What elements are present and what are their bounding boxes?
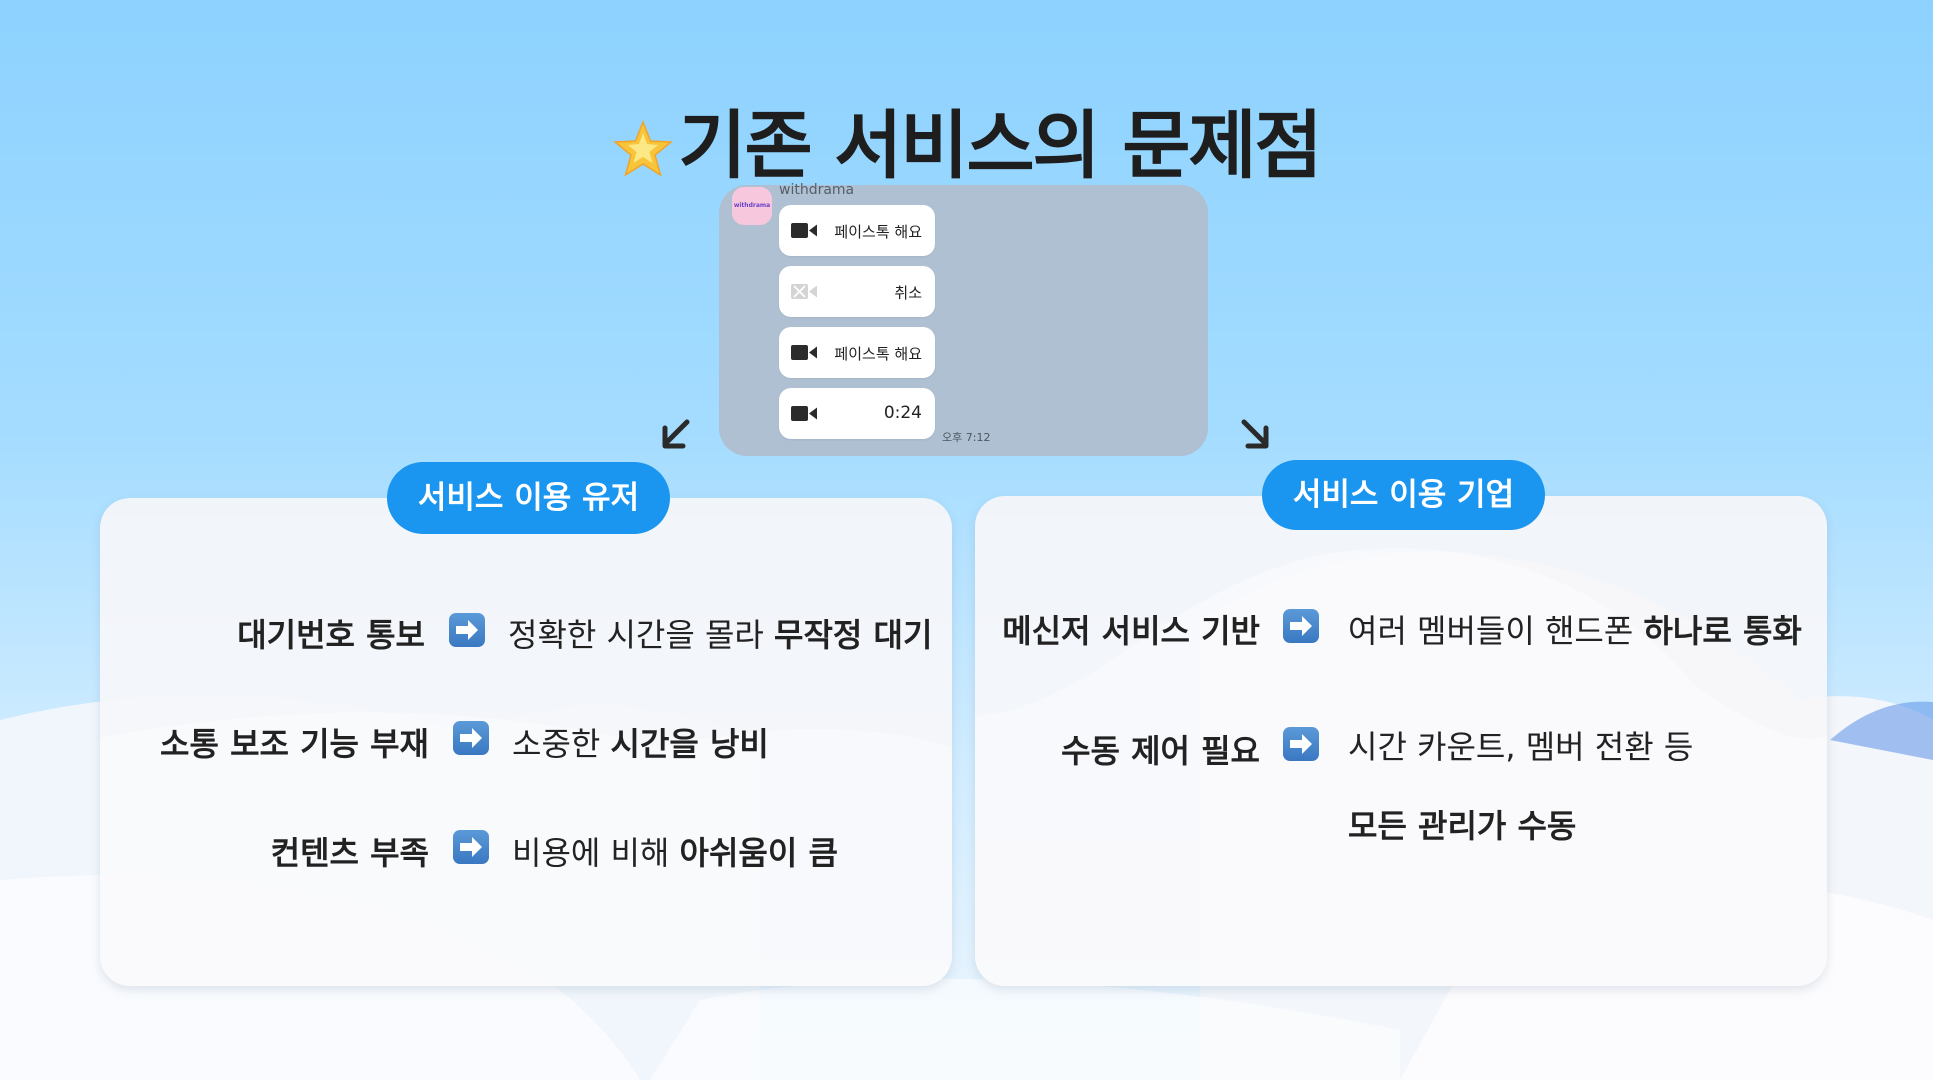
users-problem-3: 컨텐츠 부족 (270, 834, 429, 872)
right-arrow-icon (453, 830, 489, 864)
corner-arrow-right-icon (1241, 419, 1269, 449)
video-camera-icon (791, 406, 817, 425)
companies-result-2: 시간 카운트, 멤버 전환 등 (1348, 728, 1694, 766)
avatar: withdrama (732, 187, 772, 225)
right-arrow-icon (449, 613, 485, 647)
chat-bubble: 페이스톡 해요 (779, 327, 935, 378)
chat-sender-name: withdrama (779, 182, 855, 198)
users-label-pill: 서비스 이용 유저 (387, 462, 670, 534)
page-title: 기존 서비스의 문제점 (0, 86, 1933, 193)
users-result-1: 정확한 시간을 몰라 무작정 대기 (508, 616, 933, 654)
chat-bubble-text: 취소 (894, 284, 922, 302)
chat-bubble-text: 페이스톡 해요 (834, 223, 922, 241)
chat-timestamp: 오후 7:12 (942, 431, 991, 444)
companies-label-pill: 서비스 이용 기업 (1262, 460, 1545, 530)
video-camera-icon (791, 223, 817, 242)
chat-bubble: 0:24 (779, 388, 935, 439)
chat-bubble: 페이스톡 해요 (779, 205, 935, 256)
corner-arrow-left-icon (662, 419, 690, 449)
users-problem-2: 소통 보조 기능 부재 (160, 725, 429, 763)
users-result-2: 소중한 시간을 낭비 (512, 725, 769, 763)
users-result-3: 비용에 비해 아쉬움이 큼 (512, 834, 838, 872)
right-arrow-icon (453, 721, 489, 755)
right-arrow-icon (1283, 727, 1319, 761)
star-icon (612, 119, 674, 181)
chat-bubble-text: 페이스톡 해요 (834, 345, 922, 363)
page-title-text: 기존 서비스의 문제점 (678, 103, 1322, 189)
right-arrow-icon (1283, 609, 1319, 643)
video-camera-off-icon (791, 284, 817, 303)
companies-problem-2: 수동 제어 필요 (1061, 732, 1260, 770)
companies-result-1: 여러 멤버들이 핸드폰 하나로 통화 (1348, 612, 1802, 650)
users-problem-1: 대기번호 통보 (237, 616, 425, 654)
companies-problem-1: 메신저 서비스 기반 (1002, 612, 1260, 650)
chat-screenshot: withdrama withdrama 페이스톡 해요 취소 페이스톡 해요 0… (719, 182, 1208, 456)
video-camera-icon (791, 345, 817, 364)
chat-bubble-text: 0:24 (883, 403, 922, 423)
companies-result-2-bold: 모든 관리가 수동 (1348, 807, 1577, 845)
chat-bubble: 취소 (779, 266, 935, 317)
